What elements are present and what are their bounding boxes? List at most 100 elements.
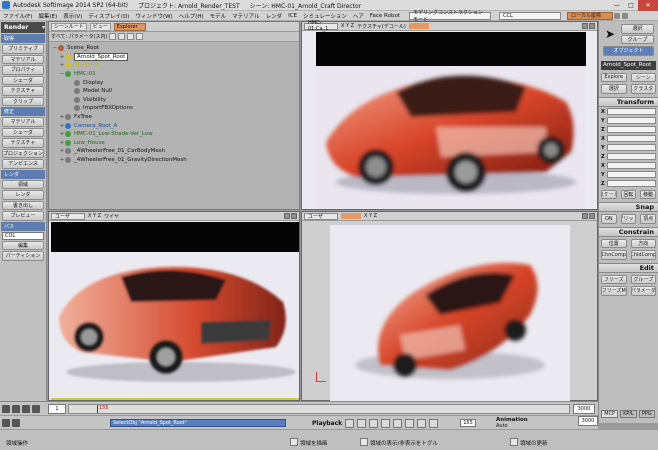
next-key-icon[interactable] xyxy=(405,419,415,428)
timeline-track[interactable]: 155 xyxy=(68,404,570,414)
viewport-axes[interactable]: X Y Z xyxy=(88,213,101,219)
viewport-maximize-icon[interactable] xyxy=(589,213,595,219)
transform-section-header[interactable]: Transform xyxy=(599,96,658,107)
scale-z-field[interactable] xyxy=(607,126,656,133)
constrain-direction-button[interactable]: 方向 xyxy=(630,238,656,248)
partition-button[interactable]: パーティション xyxy=(2,251,44,261)
select-arrow-icon[interactable]: ➤ xyxy=(601,25,619,43)
filter-toggle-icon[interactable] xyxy=(118,33,126,40)
layout-combo[interactable]: モデリングコンストラクションモード xyxy=(409,10,491,23)
prev-key-icon[interactable] xyxy=(357,419,367,428)
tree-node[interactable]: − HMC-01 xyxy=(52,70,299,79)
playback-label[interactable]: Playback xyxy=(312,420,342,427)
tree-node[interactable]: Display xyxy=(52,78,299,87)
reference-combo[interactable]: ローカル座標 xyxy=(567,11,613,20)
selected-object-name[interactable]: Arnold_Spot_Root xyxy=(601,60,656,70)
snap-vertex-button[interactable]: 頂点 xyxy=(640,214,656,224)
viewport-camera-selector[interactable]: ユーザ xyxy=(51,212,85,220)
marker-icon[interactable] xyxy=(22,405,30,413)
timeline-current-marker[interactable]: 155 xyxy=(97,405,109,413)
tree-node[interactable]: ImportFBXOptions xyxy=(52,104,299,113)
loop-icon[interactable] xyxy=(32,405,40,413)
section-render[interactable]: レンダ xyxy=(1,169,45,179)
translate-x-field[interactable] xyxy=(607,162,656,169)
menu-face-robot[interactable]: Face Robot xyxy=(367,13,403,19)
group-button[interactable]: グループ xyxy=(621,34,654,44)
viewport-shading-mode[interactable]: テクスチャ(デコール) xyxy=(357,23,406,30)
viewport-axes[interactable]: X Y Z xyxy=(341,23,354,29)
menu-file[interactable]: ファイル(F) xyxy=(0,12,35,20)
scale-x-field[interactable] xyxy=(607,108,656,115)
freeze-m-button[interactable]: フリーズM xyxy=(601,286,627,296)
explorer-view-button[interactable]: ビュー xyxy=(89,22,111,31)
prev-frame-icon[interactable] xyxy=(369,419,379,428)
pass-combo[interactable]: CCL xyxy=(499,11,561,20)
viewport-user-left[interactable]: ユーザ X Y Z ワイヤ xyxy=(48,211,300,401)
constrain-position-button[interactable]: 位置 xyxy=(601,238,627,248)
menu-display[interactable]: ディスプレイ(D) xyxy=(85,12,132,20)
current-frame-field[interactable]: 155 xyxy=(460,419,476,427)
last-frame-icon[interactable] xyxy=(417,419,427,428)
edit-group-button[interactable]: グループ xyxy=(630,274,656,284)
section-pass[interactable]: パス xyxy=(1,221,45,231)
modify-material-button[interactable]: マテリアル xyxy=(2,117,44,127)
menu-material[interactable]: マテリアル xyxy=(229,12,262,20)
translate-y-field[interactable] xyxy=(607,171,656,178)
viewport-resize-icon[interactable] xyxy=(284,213,290,219)
get-primitive-button[interactable]: プリミティブ xyxy=(2,44,44,54)
timeline-start-field[interactable]: 1 xyxy=(48,404,66,414)
pass-edit-button[interactable]: 編集 xyxy=(2,240,44,250)
tree-node[interactable]: − Scene_Root xyxy=(52,44,299,53)
parameter-button[interactable]: パラメータ xyxy=(630,286,656,296)
viewport-resize-icon[interactable] xyxy=(582,213,588,219)
modify-texture-button[interactable]: テクスチャ xyxy=(2,138,44,148)
viewport-resize-icon[interactable] xyxy=(582,23,588,29)
tree-node[interactable]: + FxTree xyxy=(52,113,299,122)
explorer-filter-label[interactable]: すべて: パラメータ(ス内) xyxy=(51,33,107,40)
first-frame-icon[interactable] xyxy=(345,419,355,428)
menu-render[interactable]: レンダ xyxy=(263,12,286,20)
chn-comp-button[interactable]: ChnComp xyxy=(601,250,627,260)
render-button[interactable]: レンダ xyxy=(2,190,44,200)
explorer-display-combo[interactable]: Explorer xyxy=(113,22,146,31)
tree-node-selected[interactable]: + Arnold_Spot_Root xyxy=(52,52,299,62)
loop-icon[interactable] xyxy=(429,419,439,428)
render-export-button[interactable]: 書き出し xyxy=(2,200,44,210)
keyframe-icon[interactable] xyxy=(12,405,20,413)
tree-node[interactable]: + Skydome xyxy=(52,61,299,70)
mcp-tab[interactable]: MCP xyxy=(601,410,619,418)
tree-node[interactable]: + HMC-01_Low-Shade-Ver_Low xyxy=(52,130,299,139)
render-region-button[interactable]: 領域 xyxy=(2,179,44,189)
pass-field[interactable]: COL xyxy=(2,231,44,240)
menu-help[interactable]: ヘルプ(H) xyxy=(176,12,207,20)
viewport-camera-selector[interactable]: HMC-01:Ca_1 xyxy=(304,20,338,32)
play-icon[interactable] xyxy=(381,419,391,428)
modify-ambience-button[interactable]: アンビエンス xyxy=(2,159,44,169)
constrain-section-header[interactable]: Constrain xyxy=(599,226,658,237)
rotate-x-field[interactable] xyxy=(607,135,656,142)
tree-node[interactable]: Visibility xyxy=(52,96,299,105)
ppg-tab[interactable]: PPG xyxy=(638,410,655,418)
toolbar-icon[interactable] xyxy=(614,12,620,19)
get-property-button[interactable]: プロパティ xyxy=(2,65,44,75)
script-icon[interactable] xyxy=(2,419,10,427)
render-preview-button[interactable]: プレビュー xyxy=(2,211,44,221)
menu-ice[interactable]: ICE xyxy=(285,13,300,19)
modify-projection-button[interactable]: プロジェクション xyxy=(2,148,44,158)
menu-view[interactable]: 表示(V) xyxy=(60,12,85,20)
timeline-end-field-2[interactable]: 3000 xyxy=(578,416,598,426)
toolbar-icon[interactable] xyxy=(622,12,628,19)
history-icon[interactable] xyxy=(12,419,20,427)
translate-mode-button[interactable]: 移動 xyxy=(640,189,656,199)
get-clip-button[interactable]: クリップ xyxy=(2,96,44,106)
snap-grid-button[interactable]: グリッド xyxy=(620,214,637,224)
toolbar-mode-selector[interactable]: Render ▾ xyxy=(1,22,45,33)
next-frame-icon[interactable] xyxy=(393,419,403,428)
viewport-shading-mode[interactable]: ワイヤ xyxy=(104,213,119,220)
snap-on-button[interactable]: ON xyxy=(601,214,617,224)
timeline-end-field[interactable]: 3000 xyxy=(573,404,595,414)
get-texture-button[interactable]: テクスチャ xyxy=(2,86,44,96)
menu-hair[interactable]: ヘア xyxy=(350,12,367,20)
menu-model[interactable]: モデル xyxy=(207,12,230,20)
menu-simulation[interactable]: シミュレーション xyxy=(300,12,350,20)
